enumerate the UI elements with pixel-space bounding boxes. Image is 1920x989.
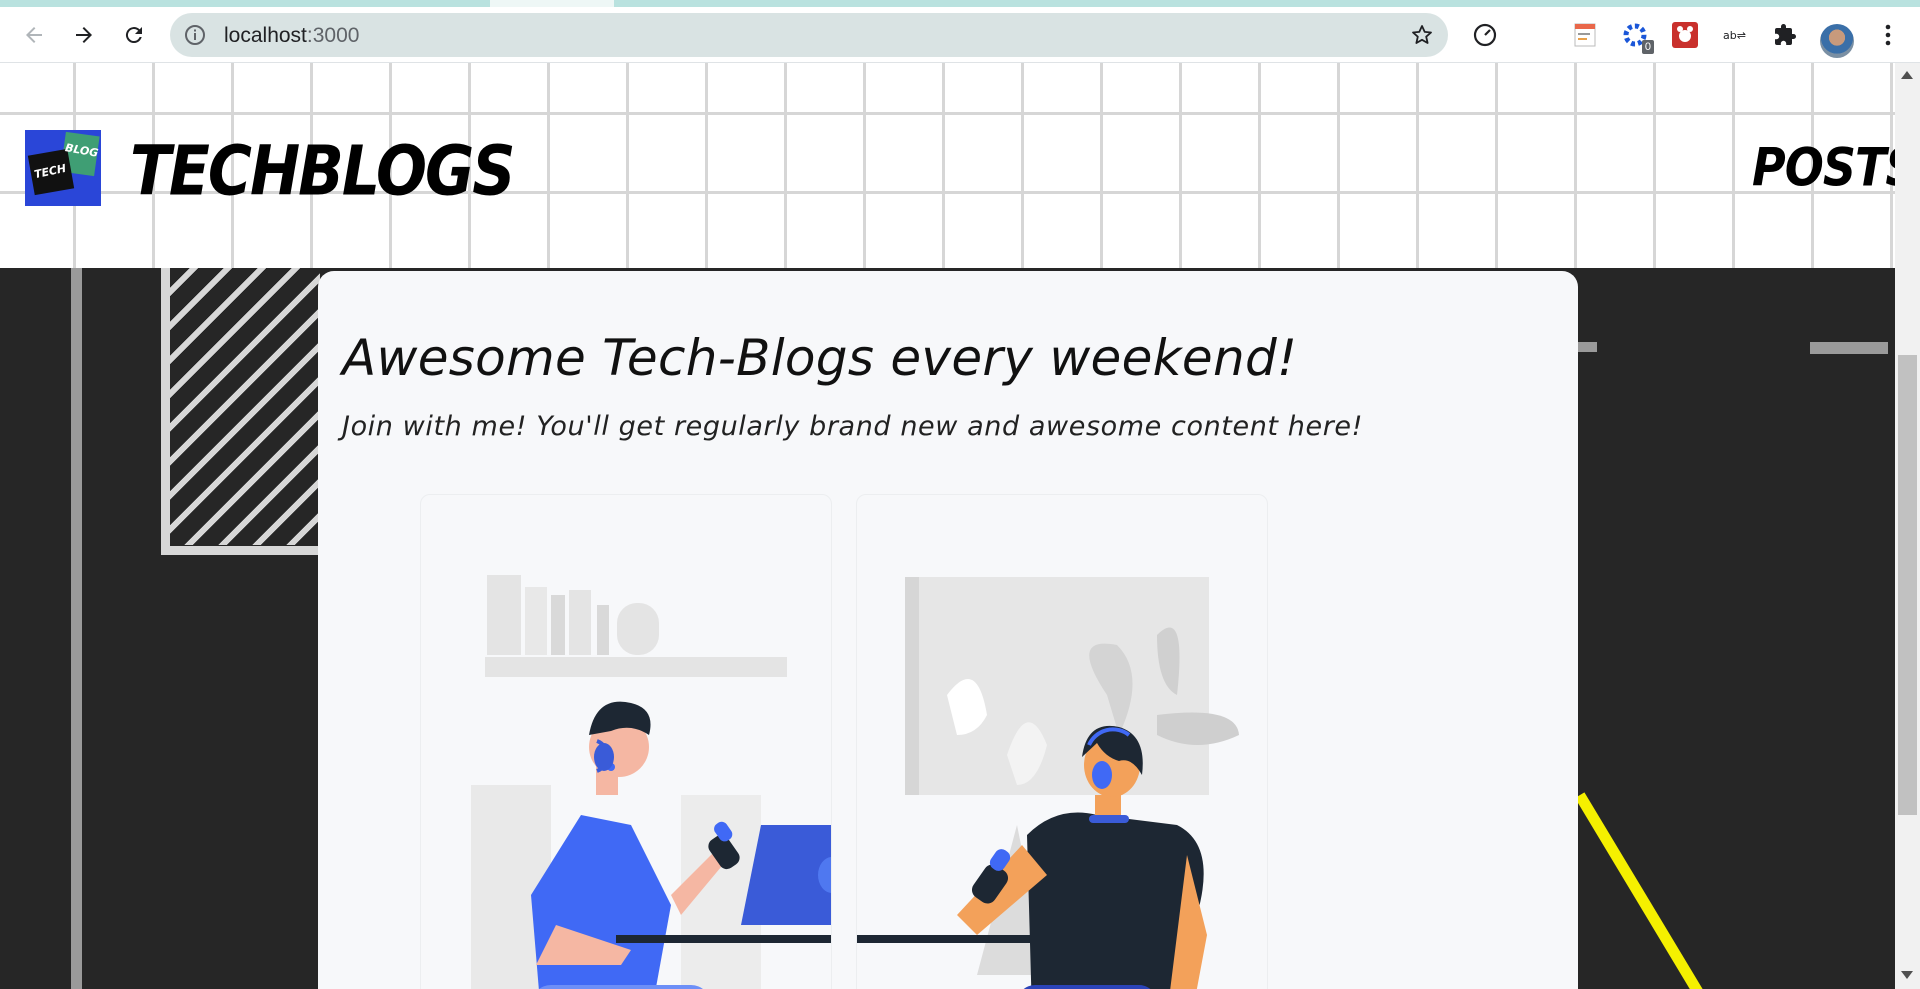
podcast-host-illustration (420, 494, 832, 989)
svg-text:ab⇌: ab⇌ (1723, 29, 1746, 42)
decor-dash (1810, 342, 1888, 354)
url-port: :3000 (306, 24, 360, 47)
hero-card: Awesome Tech-Blogs every weekend! Join w… (318, 271, 1578, 989)
bookmark-star-icon[interactable] (1410, 23, 1434, 47)
forward-button[interactable] (66, 17, 102, 53)
back-arrow-icon (26, 27, 42, 43)
scroll-down-arrow-icon[interactable] (1901, 971, 1913, 979)
scroll-up-arrow-icon[interactable] (1901, 71, 1913, 79)
active-tab-edge[interactable] (490, 0, 614, 7)
site-brand[interactable]: TECHBLOGS (130, 131, 515, 212)
hero-subline: Join with me! You'll get regularly brand… (342, 411, 1364, 442)
reload-icon (125, 27, 142, 44)
speed-dial-icon[interactable] (1470, 20, 1500, 50)
nav-posts-link[interactable]: POSTS (1752, 136, 1895, 198)
puzzle-icon[interactable] (1770, 20, 1800, 50)
translate-extension-icon[interactable]: ab⇌ (1722, 20, 1752, 50)
bug-extension-icon[interactable] (1670, 20, 1700, 50)
scroll-thumb[interactable] (1898, 355, 1917, 815)
notes-extension-icon[interactable] (1570, 20, 1600, 50)
decor-yellow-line (1575, 792, 1719, 989)
extension-badge: 0 (1641, 40, 1654, 54)
site-logo[interactable]: BLOG TECH (25, 130, 101, 206)
browser-toolbar: localhost:3000 0 ab⇌ (0, 7, 1920, 63)
info-icon (185, 25, 205, 45)
page-scrollbar[interactable] (1895, 63, 1920, 989)
site-header: BLOG TECH TECHBLOGS POSTS (0, 63, 1895, 268)
decor-frame (161, 263, 321, 555)
tab-strip (0, 0, 1920, 7)
gear-extension-icon[interactable]: 0 (1620, 20, 1654, 54)
address-bar[interactable]: localhost:3000 (170, 13, 1448, 57)
url-text: localhost:3000 (224, 24, 359, 48)
hero-headline: Awesome Tech-Blogs every weekend! (342, 329, 1298, 387)
page-viewport: BLOG TECH TECHBLOGS POSTS Awesome Tech-B… (0, 63, 1895, 989)
profile-avatar[interactable] (1820, 24, 1854, 58)
podcast-guest-illustration (856, 494, 1268, 989)
forward-arrow-icon (76, 27, 92, 43)
menu-kebab-icon[interactable] (1873, 20, 1903, 50)
url-host: localhost (224, 24, 307, 47)
back-button[interactable] (16, 17, 52, 53)
decor-pole (71, 268, 82, 989)
reload-button[interactable] (116, 17, 152, 53)
